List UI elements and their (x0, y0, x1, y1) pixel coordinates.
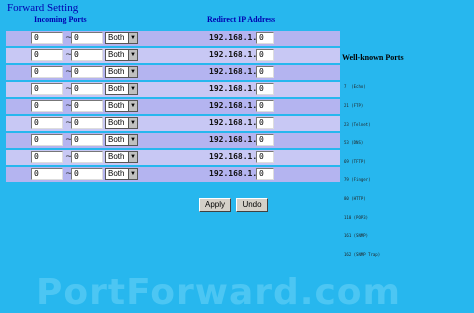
port-end-input[interactable]: 0 (71, 134, 103, 146)
well-known-port-item: 7 (Echo) (344, 84, 366, 90)
chevron-down-icon: ▼ (128, 152, 137, 162)
ip-prefix: 192.168.1. (209, 152, 258, 161)
ip-last-octet-input[interactable]: 0 (256, 83, 274, 95)
protocol-value: Both (108, 135, 125, 144)
ip-last-octet-input[interactable]: 0 (256, 151, 274, 163)
header-redirect-ip: Redirect IP Address (207, 15, 276, 24)
forward-row: 0 ~ 0 Both ▼ 192.168.1. 0 (6, 116, 340, 131)
port-end-input[interactable]: 0 (71, 83, 103, 95)
ip-prefix: 192.168.1. (209, 33, 258, 42)
chevron-down-icon: ▼ (128, 67, 137, 77)
forward-row: 0 ~ 0 Both ▼ 192.168.1. 0 (6, 31, 340, 46)
port-end-input[interactable]: 0 (71, 151, 103, 163)
protocol-select[interactable]: Both ▼ (105, 151, 138, 163)
chevron-down-icon: ▼ (128, 118, 137, 128)
ip-prefix: 192.168.1. (209, 84, 258, 93)
protocol-value: Both (108, 101, 125, 110)
ip-last-octet-input[interactable]: 0 (256, 117, 274, 129)
well-known-port-item: 110 (POP3) (344, 214, 369, 220)
protocol-value: Both (108, 84, 125, 93)
port-end-input[interactable]: 0 (71, 32, 103, 44)
protocol-select[interactable]: Both ▼ (105, 134, 138, 146)
forward-row: 0 ~ 0 Both ▼ 192.168.1. 0 (6, 150, 340, 165)
protocol-value: Both (108, 50, 125, 59)
well-known-ports-title: Well-known Ports (342, 53, 404, 62)
protocol-value: Both (108, 67, 125, 76)
chevron-down-icon: ▼ (128, 33, 137, 43)
protocol-value: Both (108, 118, 125, 127)
protocol-value: Both (108, 33, 125, 42)
watermark: PortForward.com (36, 272, 402, 313)
well-known-port-item: 69 (TFTP) (344, 158, 366, 164)
protocol-select[interactable]: Both ▼ (105, 100, 138, 112)
ip-prefix: 192.168.1. (209, 101, 258, 110)
ip-last-octet-input[interactable]: 0 (256, 134, 274, 146)
ip-prefix: 192.168.1. (209, 118, 258, 127)
ip-last-octet-input[interactable]: 0 (256, 32, 274, 44)
forward-row: 0 ~ 0 Both ▼ 192.168.1. 0 (6, 133, 340, 148)
header-incoming-ports: Incoming Ports (34, 15, 87, 24)
ip-prefix: 192.168.1. (209, 135, 258, 144)
protocol-select[interactable]: Both ▼ (105, 83, 138, 95)
port-start-input[interactable]: 0 (31, 83, 63, 95)
apply-button[interactable]: Apply (199, 198, 231, 212)
port-start-input[interactable]: 0 (31, 151, 63, 163)
chevron-down-icon: ▼ (128, 50, 137, 60)
chevron-down-icon: ▼ (128, 84, 137, 94)
port-start-input[interactable]: 0 (31, 100, 63, 112)
forward-row: 0 ~ 0 Both ▼ 192.168.1. 0 (6, 82, 340, 97)
ip-last-octet-input[interactable]: 0 (256, 66, 274, 78)
port-start-input[interactable]: 0 (31, 66, 63, 78)
ip-prefix: 192.168.1. (209, 50, 258, 59)
ip-prefix: 192.168.1. (209, 67, 258, 76)
ip-last-octet-input[interactable]: 0 (256, 100, 274, 112)
port-end-input[interactable]: 0 (71, 168, 103, 180)
ip-prefix: 192.168.1. (209, 169, 258, 178)
port-start-input[interactable]: 0 (31, 32, 63, 44)
forward-row: 0 ~ 0 Both ▼ 192.168.1. 0 (6, 99, 340, 114)
well-known-ports-list: 7 (Echo) 21 (FTP) 23 (Telnet) 53 (DNS) 6… (344, 72, 380, 264)
ip-last-octet-input[interactable]: 0 (256, 49, 274, 61)
forward-table: 0 ~ 0 Both ▼ 192.168.1. 0 0 ~ 0 Both ▼ 192… (6, 31, 340, 184)
protocol-select[interactable]: Both ▼ (105, 32, 138, 44)
well-known-port-item: 161 (SNMP) (344, 233, 369, 239)
chevron-down-icon: ▼ (128, 101, 137, 111)
protocol-select[interactable]: Both ▼ (105, 168, 138, 180)
ip-last-octet-input[interactable]: 0 (256, 168, 274, 180)
well-known-port-item: 53 (DNS) (344, 140, 364, 146)
protocol-select[interactable]: Both ▼ (105, 117, 138, 129)
port-start-input[interactable]: 0 (31, 134, 63, 146)
chevron-down-icon: ▼ (128, 135, 137, 145)
port-end-input[interactable]: 0 (71, 66, 103, 78)
port-end-input[interactable]: 0 (71, 117, 103, 129)
forward-row: 0 ~ 0 Both ▼ 192.168.1. 0 (6, 65, 340, 80)
chevron-down-icon: ▼ (128, 169, 137, 179)
port-end-input[interactable]: 0 (71, 100, 103, 112)
well-known-port-item: 23 (Telnet) (344, 121, 371, 127)
well-known-port-item: 79 (Finger) (344, 177, 371, 183)
port-start-input[interactable]: 0 (31, 49, 63, 61)
page-title: Forward Setting (7, 2, 79, 14)
port-start-input[interactable]: 0 (31, 168, 63, 180)
port-start-input[interactable]: 0 (31, 117, 63, 129)
protocol-select[interactable]: Both ▼ (105, 49, 138, 61)
forward-row: 0 ~ 0 Both ▼ 192.168.1. 0 (6, 48, 340, 63)
well-known-port-item: 80 (HTTP) (344, 196, 366, 202)
protocol-value: Both (108, 152, 125, 161)
well-known-port-item: 21 (FTP) (344, 103, 364, 109)
port-end-input[interactable]: 0 (71, 49, 103, 61)
well-known-port-item: 162 (SNMP Trap) (344, 251, 381, 257)
protocol-select[interactable]: Both ▼ (105, 66, 138, 78)
undo-button[interactable]: Undo (236, 198, 268, 212)
protocol-value: Both (108, 169, 125, 178)
forward-row: 0 ~ 0 Both ▼ 192.168.1. 0 (6, 167, 340, 182)
